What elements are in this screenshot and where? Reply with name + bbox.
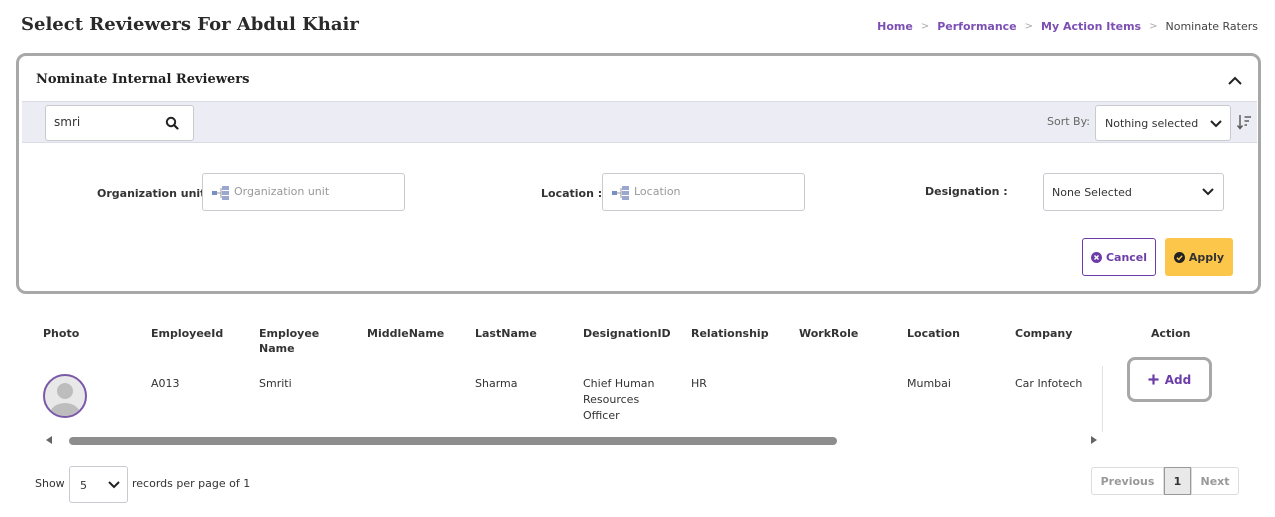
plus-icon: [1148, 374, 1159, 385]
user-placeholder-icon: [50, 383, 80, 416]
cell-employee-id: A013: [151, 377, 180, 390]
column-header-photo: Photo: [43, 327, 80, 340]
column-header-work-role: WorkRole: [799, 327, 859, 340]
location-label: Location :: [541, 187, 603, 200]
sort-by-select[interactable]: Nothing selected: [1095, 105, 1231, 141]
scroll-left-arrow[interactable]: [46, 436, 52, 444]
designation-select[interactable]: None Selected: [1043, 173, 1224, 211]
show-label: Show: [35, 477, 65, 490]
designation-value: None Selected: [1052, 186, 1132, 199]
filter-bar: Sort By: Nothing selected: [22, 101, 1257, 143]
column-header-middle-name: MiddleName: [367, 327, 445, 340]
location-input[interactable]: [634, 185, 794, 198]
chevron-down-icon: [1210, 120, 1222, 128]
location-field: [602, 173, 805, 211]
breadcrumb-performance[interactable]: Performance: [937, 20, 1016, 33]
breadcrumb-current: Nominate Raters: [1165, 20, 1259, 33]
designation-label: Designation :: [925, 185, 1008, 198]
breadcrumb-separator: >: [920, 21, 930, 32]
search-icon[interactable]: [165, 116, 179, 130]
avatar: [43, 374, 87, 418]
breadcrumb: Home > Performance > My Action Items > N…: [877, 20, 1258, 33]
org-unit-input[interactable]: [234, 185, 394, 198]
cell-last-name: Sharma: [475, 377, 518, 390]
add-reviewer-button[interactable]: Add: [1127, 357, 1212, 402]
page-title: Select Reviewers For Abdul Khair: [21, 14, 359, 35]
hierarchy-icon: [612, 186, 629, 200]
cancel-button[interactable]: Cancel: [1082, 238, 1156, 276]
search-box: [45, 105, 194, 141]
cancel-button-label: Cancel: [1105, 250, 1148, 264]
column-header-employee-id: EmployeeId: [151, 327, 224, 340]
cell-relationship: HR: [691, 377, 707, 390]
add-button-label: Add: [1164, 372, 1192, 387]
chevron-down-icon: [108, 481, 120, 489]
column-header-last-name: LastName: [475, 327, 537, 340]
breadcrumb-separator: >: [1024, 21, 1034, 32]
nominate-panel: Nominate Internal Reviewers Sort By: Not…: [16, 53, 1261, 294]
hierarchy-icon: [212, 186, 229, 200]
sort-by-value: Nothing selected: [1105, 117, 1199, 130]
records-per-page-label: records per page of 1: [132, 477, 251, 490]
column-header-action: Action: [1151, 327, 1191, 340]
apply-button[interactable]: Apply: [1165, 238, 1233, 276]
sort-by-label: Sort By:: [1047, 115, 1091, 128]
column-header-relationship: Relationship: [691, 327, 769, 340]
breadcrumb-my-action-items[interactable]: My Action Items: [1041, 20, 1141, 33]
column-divider: [1102, 366, 1103, 432]
search-input[interactable]: [54, 115, 154, 129]
cell-designation: Chief Human Resources Officer: [583, 377, 655, 422]
check-circle-icon: [1173, 251, 1185, 263]
page-size-select[interactable]: 5: [69, 466, 128, 503]
apply-button-label: Apply: [1188, 250, 1225, 264]
column-header-designation: DesignationID: [583, 327, 671, 340]
cell-company: Car Infotech: [1015, 377, 1083, 390]
column-header-company: Company: [1015, 327, 1073, 340]
close-circle-icon: [1090, 251, 1102, 263]
chevron-up-icon[interactable]: [1226, 72, 1244, 90]
page-size-value: 5: [80, 479, 87, 492]
org-unit-field: [202, 173, 405, 211]
scroll-right-arrow[interactable]: [1091, 436, 1097, 444]
previous-page-button[interactable]: Previous: [1091, 467, 1164, 495]
chevron-down-icon: [1202, 188, 1214, 196]
breadcrumb-home[interactable]: Home: [877, 20, 913, 33]
breadcrumb-separator: >: [1149, 21, 1158, 32]
page-number-button[interactable]: 1: [1164, 467, 1191, 495]
column-header-location: Location: [907, 327, 960, 340]
sort-order-icon[interactable]: [1236, 113, 1252, 131]
cell-location: Mumbai: [907, 377, 951, 390]
column-header-employee-name: Employee Name: [259, 327, 320, 355]
horizontal-scrollbar-thumb[interactable]: [69, 437, 837, 445]
next-page-button[interactable]: Next: [1191, 467, 1239, 495]
org-unit-label: Organization unit :: [97, 187, 214, 200]
pagination: Previous 1 Next: [1091, 467, 1239, 495]
panel-title: Nominate Internal Reviewers: [36, 72, 250, 87]
cell-employee-name: Smriti: [259, 377, 292, 390]
